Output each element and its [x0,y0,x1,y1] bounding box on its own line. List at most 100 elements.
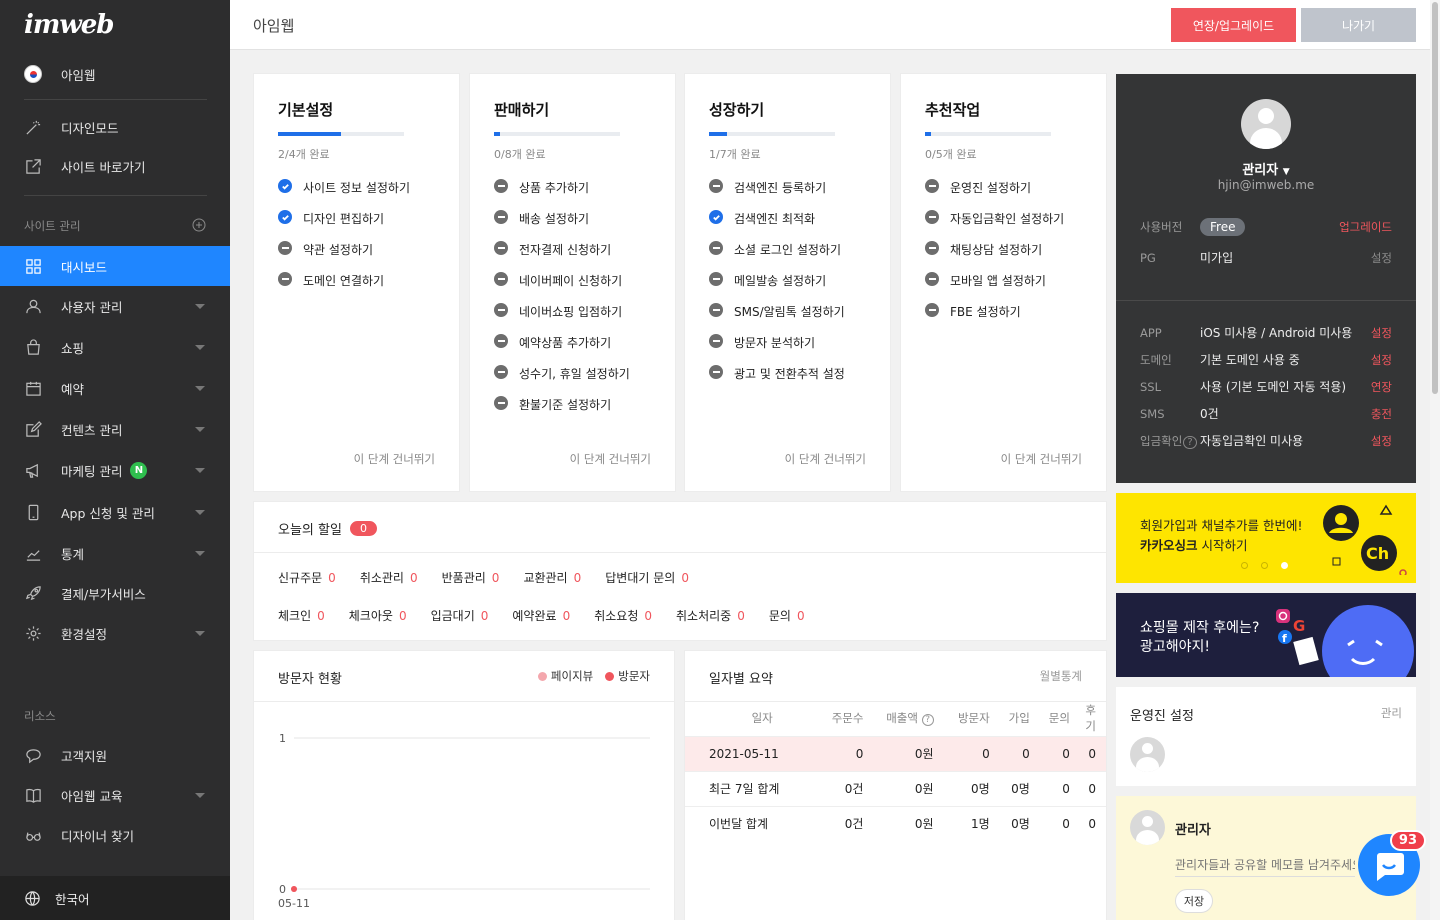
banner-pagination[interactable] [1241,562,1301,569]
skip-step-link[interactable]: 이 단계 건너뛰기 [785,451,866,467]
step-task[interactable]: 환불기준 설정하기 [494,396,630,427]
step-task[interactable]: 광고 및 전환추적 설정 [709,365,845,396]
chevron-down-icon [195,510,205,515]
todo-item[interactable]: 반품관리 0 [442,569,500,586]
sidebar-item-design-mode[interactable]: 디자인모드 [0,107,230,147]
step-task[interactable]: FBE 설정하기 [925,303,1064,334]
setting-action-link[interactable]: 설정 [1371,325,1392,341]
sidebar-site-name[interactable]: 아임웹 [0,54,230,94]
help-icon[interactable]: ? [921,714,934,727]
setting-action-link[interactable]: 연장 [1371,379,1392,395]
todo-title: 오늘의 할일 [278,523,342,538]
todo-item[interactable]: 취소관리 0 [360,569,418,586]
sidebar-item-support[interactable]: 고객지원 [0,735,230,775]
step-task[interactable]: 방문자 분석하기 [709,334,845,365]
sidebar-item-marketing[interactable]: 마케팅 관리 N [0,450,230,490]
todo-item[interactable]: 취소요청 0 [594,607,652,624]
monthly-stats-link[interactable]: 월별통계 [1040,668,1082,684]
step-task[interactable]: 네이버페이 신청하기 [494,272,630,303]
sidebar-item-stats[interactable]: 통계 [0,533,230,573]
pg-settings-link[interactable]: 설정 [1371,250,1392,266]
step-task[interactable]: 상품 추가하기 [494,179,630,210]
kakao-sync-banner[interactable]: 회원가입과 채널추가를 한번에! 카카오싱크 시작하기 Ch [1116,493,1416,583]
help-icon[interactable]: ? [1183,435,1197,449]
page-scrollbar[interactable] [1430,0,1440,920]
table-cell: 최근 7일 합계 [685,770,826,806]
step-task[interactable]: 모바일 앱 설정하기 [925,272,1064,303]
setting-action-link[interactable]: 충전 [1371,406,1392,422]
upgrade-link[interactable]: 업그레이드 [1339,219,1392,235]
step-task[interactable]: 디자인 편집하기 [278,210,410,241]
sidebar-item-education[interactable]: 아임웹 교육 [0,775,230,815]
ad-banner[interactable]: 쇼핑몰 제작 후에는? 광고해야지! G f [1116,593,1416,677]
sidebar-item-shopping[interactable]: 쇼핑 [0,327,230,367]
setting-action-link[interactable]: 설정 [1371,352,1392,368]
book-icon [24,786,42,804]
step-task[interactable]: 운영진 설정하기 [925,179,1064,210]
step-task[interactable]: 배송 설정하기 [494,210,630,241]
minus-icon [925,210,939,224]
sidebar-item-app[interactable]: App 신청 및 관리 [0,492,230,532]
table-row: 이번달 합계 0건 0원 1명 0명 0 0 [685,805,1106,841]
svg-text:G: G [1293,617,1305,635]
table-cell: 0 [1079,735,1106,771]
memo-input[interactable] [1175,853,1355,877]
todo-item[interactable]: 교환관리 0 [523,569,581,586]
operator-avatar[interactable] [1130,737,1165,772]
legend-visitor[interactable]: 방문자 [605,668,650,684]
imweb-logo[interactable]: imweb [0,0,230,50]
sidebar-item-visit-site[interactable]: 사이트 바로가기 [0,146,230,186]
sidebar-item-contents[interactable]: 컨텐츠 관리 [0,409,230,449]
todo-item[interactable]: 체크인 0 [278,607,325,624]
avatar[interactable] [1241,99,1291,149]
memo-save-button[interactable]: 저장 [1175,889,1213,913]
skip-step-link[interactable]: 이 단계 건너뛰기 [1001,451,1082,467]
skip-step-link[interactable]: 이 단계 건너뛰기 [354,451,435,467]
sidebar-item-dashboard[interactable]: 대시보드 [0,246,230,286]
sidebar-item-payment[interactable]: 결제/부가서비스 [0,573,230,613]
exit-button[interactable]: 나가기 [1301,8,1416,42]
setting-action-link[interactable]: 설정 [1371,433,1392,449]
todo-item[interactable]: 답변대기 문의 0 [605,569,689,586]
step-task[interactable]: 채팅상담 설정하기 [925,241,1064,272]
todo-item[interactable]: 신규주문 0 [278,569,336,586]
step-task[interactable]: 메일발송 설정하기 [709,272,845,303]
megaphone-icon [24,461,42,479]
todo-item[interactable]: 문의 0 [769,607,805,624]
todo-item[interactable]: 체크아웃 0 [349,607,407,624]
step-task[interactable]: 전자결제 신청하기 [494,241,630,272]
step-task[interactable]: 자동입금확인 설정하기 [925,210,1064,241]
svg-text:Ch: Ch [1366,544,1389,563]
step-task[interactable]: 검색엔진 등록하기 [709,179,845,210]
step-task[interactable]: 네이버쇼핑 입점하기 [494,303,630,334]
scrollbar-thumb[interactable] [1432,2,1438,394]
table-header-cell: 후기 [1085,703,1096,734]
step-task[interactable]: 소셜 로그인 설정하기 [709,241,845,272]
todo-item[interactable]: 입금대기 0 [431,607,489,624]
step-task[interactable]: SMS/알림톡 설정하기 [709,303,845,334]
step-task[interactable]: 예약상품 추가하기 [494,334,630,365]
sidebar-item-reservation[interactable]: 예약 [0,368,230,408]
legend-pageview[interactable]: 페이지뷰 [537,668,593,684]
upgrade-button[interactable]: 연장/업그레이드 [1171,8,1296,42]
table-cell: 0건 [825,805,874,841]
profile-name-dropdown[interactable]: 관리자 ▼ [1116,159,1416,178]
skip-step-link[interactable]: 이 단계 건너뛰기 [570,451,651,467]
step-task[interactable]: 검색엔진 최적화 [709,210,845,241]
language-selector[interactable]: 한국어 [0,876,230,920]
sidebar-item-designers[interactable]: 디자이너 찾기 [0,815,230,855]
todo-item[interactable]: 예약완료 0 [512,607,570,624]
add-circle-icon[interactable] [192,218,206,232]
sidebar-item-users[interactable]: 사용자 관리 [0,286,230,326]
daily-title: 일자별 요약 [709,672,773,687]
step-task[interactable]: 사이트 정보 설정하기 [278,179,410,210]
step-task-label: 광고 및 전환추적 설정 [734,367,845,381]
todo-item[interactable]: 취소처리중 0 [676,607,745,624]
operators-manage-link[interactable]: 관리 [1381,705,1402,721]
chat-support-button[interactable]: 93 [1358,830,1426,896]
step-task[interactable]: 도메인 연결하기 [278,272,410,303]
y-tick-label: 0 [279,883,286,896]
step-task[interactable]: 약관 설정하기 [278,241,410,272]
sidebar-item-settings[interactable]: 환경설정 [0,613,230,653]
step-task[interactable]: 성수기, 휴일 설정하기 [494,365,630,396]
